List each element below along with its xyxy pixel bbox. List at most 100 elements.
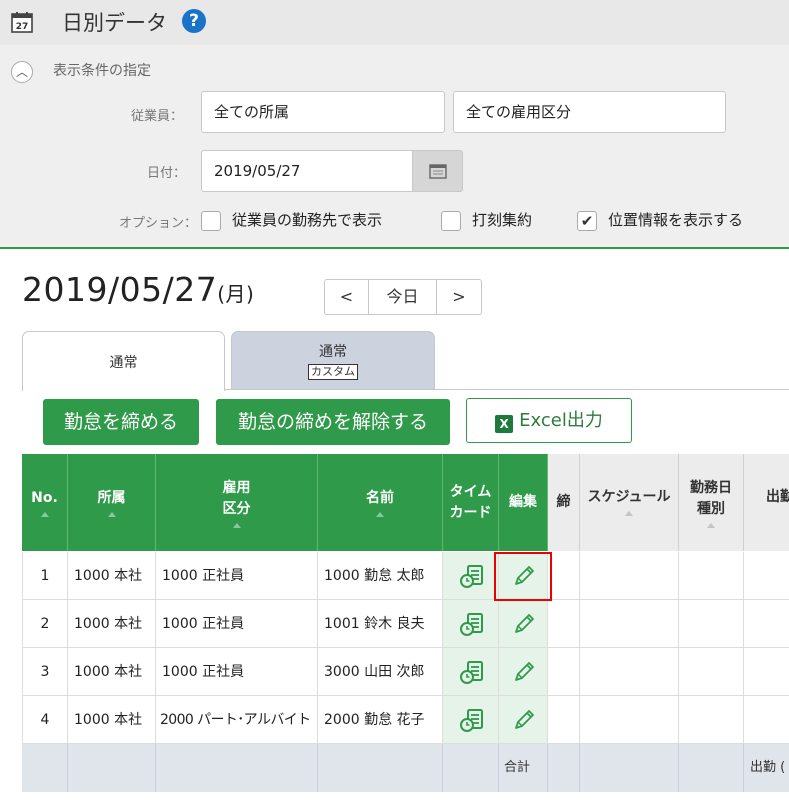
today-button[interactable]: 今日 xyxy=(369,280,437,314)
dept-select[interactable]: 全ての所属 xyxy=(201,91,445,133)
timecard-icon xyxy=(460,565,483,588)
col-header-workday-line1: 勤務日 xyxy=(690,479,732,496)
cell-schedule xyxy=(580,552,679,600)
col-header-attendance[interactable]: 出勤 xyxy=(744,454,789,551)
excel-export-label: Excel出力 xyxy=(519,410,603,431)
pencil-icon xyxy=(515,614,534,633)
tab-custom-tag: カスタム xyxy=(308,364,358,380)
tab-normal[interactable]: 通常 xyxy=(22,331,225,391)
next-day-button[interactable]: > xyxy=(437,280,481,314)
col-header-no-label: No. xyxy=(31,490,58,506)
filter-panel: ︿ 表示条件の指定 従業員： 全ての所属 全ての雇用区分 日付： 2019/05… xyxy=(0,45,789,249)
col-header-timecard-line1: タイム xyxy=(449,483,492,500)
timecard-cell[interactable] xyxy=(443,648,499,696)
col-header-name-label: 名前 xyxy=(366,490,394,506)
cell-employment: 1000 正社員 xyxy=(156,600,318,648)
edit-cell[interactable] xyxy=(499,648,548,696)
cell-employment: 1000 正社員 xyxy=(156,648,318,696)
cell-workday-type xyxy=(679,696,744,744)
timecard-cell[interactable] xyxy=(443,696,499,744)
sort-icon xyxy=(707,522,715,528)
col-header-edit-label: 編集 xyxy=(509,494,537,510)
filter-heading[interactable]: 表示条件の指定 xyxy=(53,60,151,80)
col-header-schedule-label: スケジュール xyxy=(587,489,671,505)
footer-cell xyxy=(548,744,580,792)
col-header-workday-type[interactable]: 勤務日 種別 xyxy=(679,454,744,551)
option-label: オプション： xyxy=(119,216,198,231)
footer-total-label: 合計 xyxy=(499,744,548,792)
cell-workday-type xyxy=(679,552,744,600)
col-header-name[interactable]: 名前 xyxy=(318,454,443,551)
cell-lock xyxy=(548,552,580,600)
timecard-icon xyxy=(460,661,483,684)
footer-cell xyxy=(318,744,443,792)
cell-employment: 2000 パート･アルバイト xyxy=(156,696,318,744)
cell-attendance xyxy=(744,696,789,744)
unlock-attendance-button[interactable]: 勤怠の締めを解除する xyxy=(216,399,450,445)
page-title: 日別データ xyxy=(62,11,167,35)
cell-attendance xyxy=(744,648,789,696)
date-input[interactable]: 2019/05/27 xyxy=(201,150,413,192)
cell-name: 1001 鈴木 良夫 xyxy=(318,600,443,648)
svg-text:27: 27 xyxy=(16,22,29,32)
col-header-employment[interactable]: 雇用 区分 xyxy=(156,454,318,551)
cell-dept: 1000 本社 xyxy=(68,600,156,648)
cell-schedule xyxy=(580,696,679,744)
cell-schedule xyxy=(580,600,679,648)
tab-custom-label: 通常 xyxy=(319,344,347,360)
timecard-icon xyxy=(460,613,483,636)
cell-attendance xyxy=(744,552,789,600)
footer-cell xyxy=(580,744,679,792)
close-attendance-button[interactable]: 勤怠を締める xyxy=(43,399,199,445)
help-icon[interactable]: ? xyxy=(182,9,206,33)
prev-day-button[interactable]: < xyxy=(325,280,369,314)
cell-attendance xyxy=(744,600,789,648)
col-header-employment-line1: 雇用 xyxy=(222,479,251,496)
col-header-employment-line2: 区分 xyxy=(222,500,251,517)
col-header-edit: 編集 xyxy=(499,454,548,551)
timecard-cell[interactable] xyxy=(443,600,499,648)
option-checkbox-location[interactable]: ✔ xyxy=(577,211,597,231)
cell-no: 4 xyxy=(22,696,68,744)
sort-icon xyxy=(376,512,384,517)
tab-normal-label: 通常 xyxy=(109,355,138,371)
cell-workday-type xyxy=(679,600,744,648)
date-label: 日付： xyxy=(147,166,187,181)
col-header-schedule[interactable]: スケジュール xyxy=(580,454,679,551)
cell-workday-type xyxy=(679,648,744,696)
excel-export-button[interactable]: X Excel出力 xyxy=(466,398,632,443)
sort-icon xyxy=(232,522,241,528)
pencil-icon xyxy=(515,710,534,729)
employment-select[interactable]: 全ての雇用区分 xyxy=(453,91,726,133)
edit-cell[interactable] xyxy=(499,696,548,744)
option-label-aggregate[interactable]: 打刻集約 xyxy=(472,209,532,230)
edit-cell[interactable] xyxy=(499,600,548,648)
cell-lock xyxy=(548,600,580,648)
timecard-cell[interactable] xyxy=(443,552,499,600)
footer-cell xyxy=(156,744,318,792)
timecard-icon xyxy=(460,709,483,732)
pencil-icon xyxy=(515,662,534,681)
cell-no: 3 xyxy=(22,648,68,696)
cell-dept: 1000 本社 xyxy=(68,696,156,744)
date-picker-button[interactable] xyxy=(412,150,463,192)
col-header-timecard: タイム カード xyxy=(443,454,499,551)
sort-icon xyxy=(625,511,633,516)
date-heading: 2019/05/27(月) xyxy=(22,270,254,309)
footer-cell xyxy=(443,744,499,792)
col-header-no[interactable]: No. xyxy=(22,454,68,551)
cell-no: 1 xyxy=(22,552,68,600)
option-checkbox-workplace[interactable] xyxy=(201,211,221,231)
col-header-dept[interactable]: 所属 xyxy=(68,454,156,551)
option-label-location[interactable]: 位置情報を表示する xyxy=(608,209,743,230)
col-header-lock-label: 締 xyxy=(556,494,571,510)
option-checkbox-aggregate[interactable] xyxy=(441,211,461,231)
chevron-up-icon[interactable]: ︿ xyxy=(11,61,33,83)
cell-lock xyxy=(548,696,580,744)
edit-highlight-box xyxy=(494,552,552,601)
tab-custom[interactable]: 通常 カスタム xyxy=(231,331,435,389)
option-label-workplace[interactable]: 従業員の勤務先で表示 xyxy=(232,209,382,230)
calendar-icon: 27 xyxy=(11,12,33,33)
cell-schedule xyxy=(580,648,679,696)
footer-cell xyxy=(679,744,744,792)
